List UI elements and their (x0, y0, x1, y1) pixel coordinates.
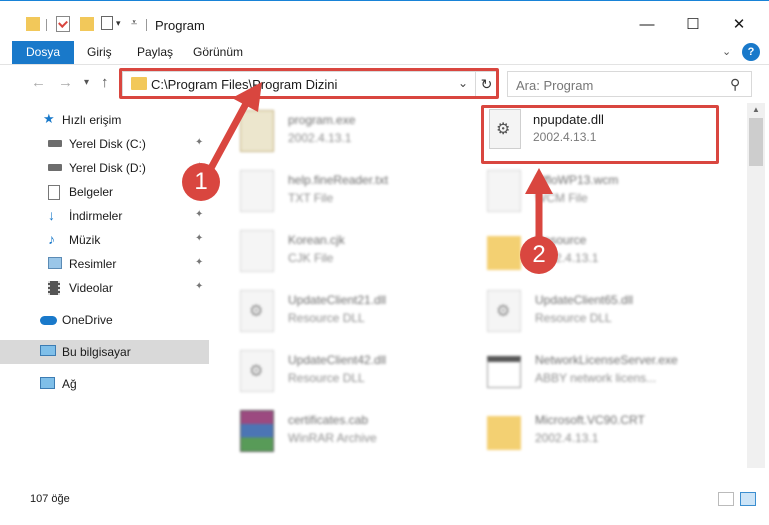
arrow-annotation-1 (206, 82, 553, 240)
details-view-button[interactable] (718, 492, 734, 506)
callout-badge-2: 2 (520, 236, 558, 274)
scroll-up-arrow[interactable]: ▲ (752, 105, 760, 114)
large-icons-view-button[interactable] (740, 492, 756, 506)
status-bar: 107 öğe (0, 488, 769, 525)
scroll-thumb[interactable] (749, 118, 763, 166)
vertical-scrollbar[interactable]: ▲ (747, 103, 765, 468)
callout-badge-1: 1 (182, 163, 220, 201)
item-count: 107 öğe (30, 493, 70, 505)
